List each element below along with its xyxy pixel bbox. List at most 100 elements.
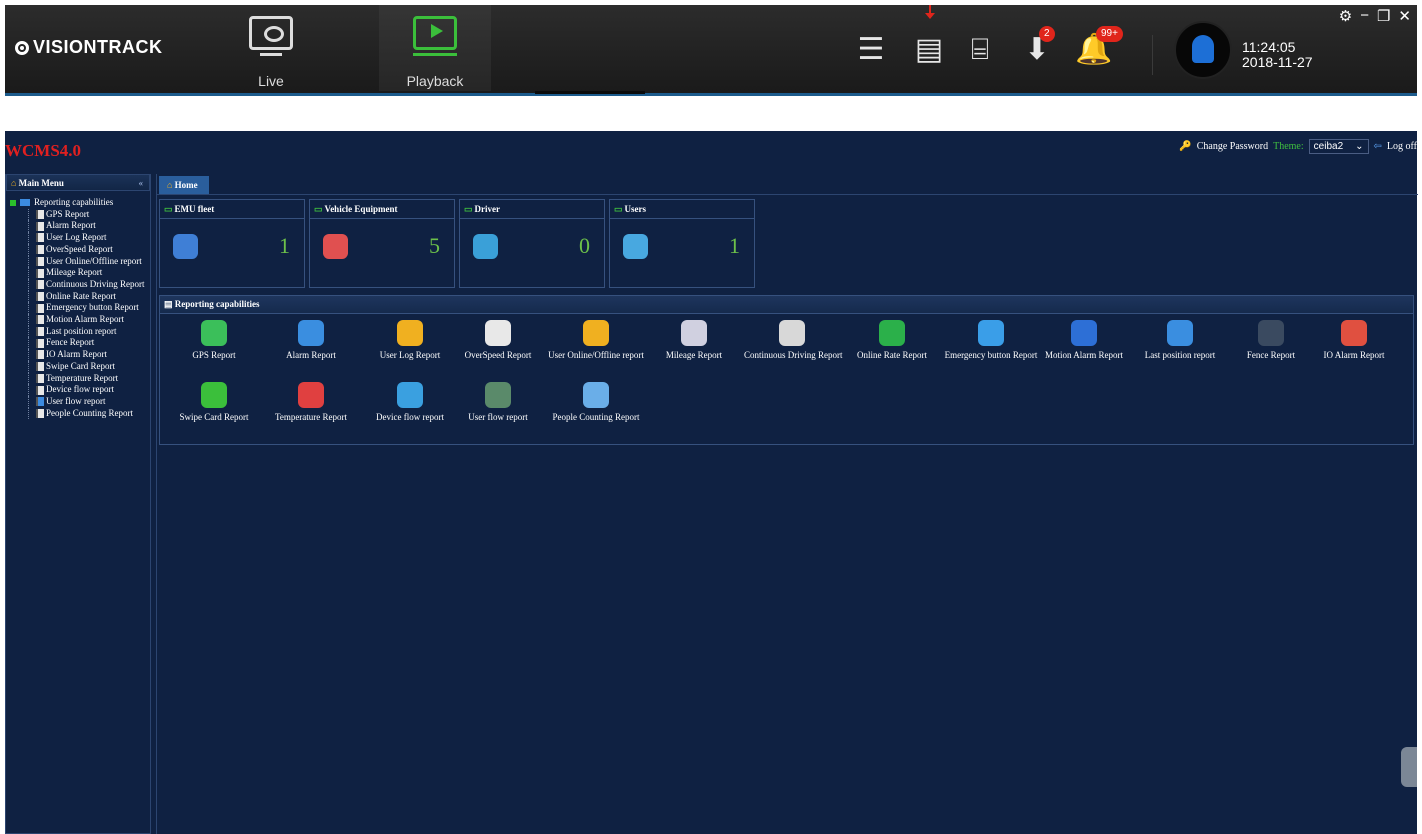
report-tile[interactable]: OverSpeed Report	[450, 314, 546, 360]
report-label: OverSpeed Report	[464, 350, 532, 360]
report-icon	[485, 382, 511, 408]
sidebar-item[interactable]: Online Rate Report	[10, 290, 150, 303]
document-icon	[36, 397, 44, 407]
chevron-down-icon: ⌄	[1355, 141, 1364, 152]
report-icon	[1258, 320, 1284, 346]
report-tile[interactable]: Device flow report	[362, 376, 458, 422]
change-password-link[interactable]: Change Password	[1197, 141, 1268, 152]
report-tile[interactable]: Last position report	[1132, 314, 1228, 360]
maximize-icon[interactable]: ❐	[1377, 7, 1390, 25]
document-icon[interactable]: ▤	[909, 33, 949, 67]
report-icon	[485, 320, 511, 346]
sidebar-item[interactable]: Emergency button Report	[10, 302, 150, 314]
sidebar-item[interactable]: User flow report	[10, 395, 150, 408]
theme-select[interactable]: ceiba2 ⌄	[1308, 139, 1369, 154]
sidebar-item[interactable]: Swipe Card Report	[10, 360, 150, 373]
avatar[interactable]	[1174, 21, 1232, 79]
card-title-icon: ▭	[464, 204, 473, 214]
download-icon[interactable]: ⬇ 2	[1017, 26, 1057, 67]
tab-home[interactable]: ⌂ Home	[159, 176, 209, 194]
minimize-icon[interactable]: −	[1360, 7, 1369, 25]
report-tile[interactable]: IO Alarm Report	[1306, 314, 1402, 360]
list-icon[interactable]: ☰	[851, 33, 891, 67]
sidebar-item[interactable]: People Counting Report	[10, 407, 150, 420]
report-tile[interactable]: Temperature Report	[263, 376, 359, 422]
nav-live[interactable]: Live	[215, 5, 327, 91]
tree-root-label: Reporting capabilities	[34, 197, 114, 207]
report-tile[interactable]: GPS Report	[166, 314, 262, 360]
document-icon	[36, 303, 44, 313]
report-icon: ▤	[164, 299, 173, 309]
document-icon	[36, 385, 44, 395]
report-tile[interactable]: People Counting Report	[548, 376, 644, 422]
report-icon	[779, 320, 805, 346]
sidebar-item-label: Device flow report	[46, 384, 114, 395]
sidebar-item[interactable]: IO Alarm Report	[10, 349, 150, 361]
report-tile[interactable]: User flow report	[450, 376, 546, 422]
tree-root[interactable]: Reporting capabilities	[10, 197, 150, 209]
report-label: People Counting Report	[552, 412, 640, 422]
inbox-icon[interactable]: ⌸	[960, 33, 1000, 67]
summary-card[interactable]: ▭ Driver 0	[459, 199, 605, 288]
folder-icon	[20, 199, 30, 207]
bell-icon[interactable]: 🔔 99+	[1074, 26, 1123, 67]
document-icon	[36, 338, 44, 348]
summary-card[interactable]: ▭ Vehicle Equipment 5	[309, 199, 455, 288]
close-icon[interactable]: ✕	[1398, 7, 1411, 25]
report-tile[interactable]: Swipe Card Report	[166, 376, 262, 422]
report-tile[interactable]: Motion Alarm Report	[1036, 314, 1132, 360]
report-tile[interactable]: Mileage Report	[646, 314, 742, 360]
report-tile[interactable]: User Online/Offline report	[548, 314, 644, 360]
report-tile[interactable]: Continuous Driving Report	[744, 314, 843, 360]
report-tile[interactable]: Fence Report	[1223, 314, 1319, 360]
sidebar-item-label: Swipe Card Report	[46, 360, 115, 371]
card-title: ▭ Vehicle Equipment	[310, 200, 454, 219]
sidebar-item-label: GPS Report	[46, 208, 90, 219]
settings-icon[interactable]: ⚙	[1339, 7, 1352, 25]
card-icon	[173, 234, 198, 259]
side-handle[interactable]	[1401, 747, 1417, 787]
report-label: Last position report	[1144, 350, 1216, 360]
sidebar-item[interactable]: Mileage Report	[10, 267, 150, 279]
sidebar-item[interactable]: Temperature Report	[10, 372, 150, 385]
sidebar-item[interactable]: Alarm Report	[10, 220, 150, 232]
document-icon	[36, 409, 44, 418]
sidebar: ⌂ Main Menu « Reporting capabilities GPS …	[5, 174, 151, 834]
sidebar-item[interactable]: Motion Alarm Report	[10, 314, 150, 326]
card-icon	[473, 234, 498, 259]
summary-card[interactable]: ▭ Users 1	[609, 199, 755, 288]
card-title: ▭ Driver	[460, 200, 604, 219]
monitor-eye-icon	[249, 16, 293, 56]
collapse-icon[interactable]: «	[139, 175, 144, 191]
sidebar-item[interactable]: Last position report	[10, 325, 150, 338]
document-icon	[36, 221, 44, 231]
sidebar-item[interactable]: Device flow report	[10, 384, 150, 396]
document-icon	[36, 362, 44, 372]
clock-date: 2018-11-27	[1242, 54, 1313, 70]
report-tile[interactable]: Alarm Report	[263, 314, 359, 360]
report-label: Temperature Report	[274, 412, 348, 422]
sidebar-item[interactable]: Fence Report	[10, 337, 150, 349]
sidebar-item-label: User Online/Offline report	[46, 255, 142, 266]
summary-card[interactable]: ▭ EMU fleet 1	[159, 199, 305, 288]
document-icon	[36, 291, 44, 301]
card-count: 0	[579, 233, 590, 258]
sidebar-item[interactable]: GPS Report	[10, 208, 150, 221]
report-tile[interactable]: Emergency button Report	[943, 314, 1039, 360]
sidebar-item[interactable]: OverSpeed Report	[10, 243, 150, 256]
card-title: ▭ EMU fleet	[160, 200, 304, 219]
card-title-label: Driver	[474, 204, 500, 214]
sidebar-item[interactable]: Continuous Driving Report	[10, 278, 150, 291]
document-icon	[36, 256, 44, 266]
sidebar-item[interactable]: User Log Report	[10, 232, 150, 244]
expand-icon[interactable]	[10, 199, 16, 206]
report-tile[interactable]: Online Rate Report	[844, 314, 940, 360]
document-icon	[36, 315, 44, 325]
logoff-link[interactable]: Log off	[1387, 141, 1417, 152]
reports-grid: GPS Report Alarm Report User Log Report Ove…	[160, 314, 1413, 444]
report-label: Motion Alarm Report	[1045, 350, 1123, 360]
report-icon	[397, 320, 423, 346]
sidebar-item[interactable]: User Online/Offline report	[10, 255, 150, 268]
report-tile[interactable]: User Log Report	[362, 314, 458, 360]
nav-playback[interactable]: Playback	[379, 5, 491, 91]
